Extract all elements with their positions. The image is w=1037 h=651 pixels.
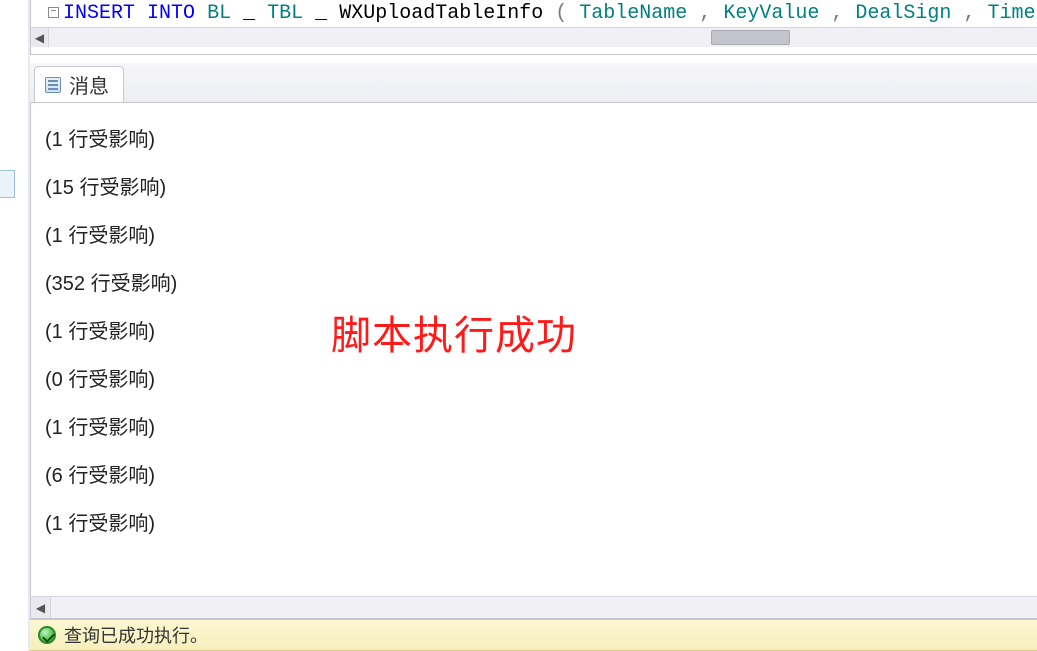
sql-keyword-into: INTO (147, 2, 195, 25)
sql-col-tablename: TableName (579, 2, 687, 25)
sql-comma: , (963, 2, 975, 25)
sql-horizontal-scrollbar[interactable]: ◀ (31, 27, 1037, 47)
sql-keyword-insert: INSERT (63, 2, 135, 25)
annotation-success-text: 脚本执行成功 (331, 303, 577, 361)
sql-comma: , (831, 2, 843, 25)
scroll-thumb[interactable] (711, 30, 790, 45)
scroll-left-icon[interactable]: ◀ (31, 28, 49, 47)
status-bar: 查询已成功执行。 (30, 619, 1037, 651)
message-row: (0 行受影响) (45, 367, 1027, 393)
sql-comma: , (699, 2, 711, 25)
sql-ident-tbl: TBL (267, 2, 303, 25)
sql-col-time: Time (987, 2, 1035, 25)
status-text: 查询已成功执行。 (64, 622, 208, 648)
message-row: (1 行受影响) (45, 415, 1027, 441)
sql-ident-bl: BL (207, 2, 231, 25)
fold-toggle-icon[interactable]: − (48, 7, 59, 18)
messages-horizontal-scrollbar[interactable]: ◀ (31, 596, 1037, 618)
sql-col-keyvalue: KeyValue (723, 2, 819, 25)
sql-col-dealsign: DealSign (855, 2, 951, 25)
messages-pane: (1 行受影响) (15 行受影响) (1 行受影响) (352 行受影响) (1 行受… (30, 103, 1037, 619)
message-row: (1 行受影响) (45, 223, 1027, 249)
tab-messages[interactable]: 消息 (34, 66, 124, 102)
scroll-track[interactable] (49, 28, 1037, 47)
tab-label: 消息 (69, 70, 109, 99)
message-row: (352 行受影响) (45, 271, 1027, 297)
success-check-icon (38, 626, 56, 644)
message-row: (6 行受影响) (45, 463, 1027, 489)
sql-open-paren: ( (555, 2, 567, 25)
messages-tab-icon (45, 77, 61, 93)
message-row: (1 行受影响) (45, 511, 1027, 537)
sql-editor[interactable]: − INSERT INTO BL _ TBL _ WXUploadTableIn… (30, 0, 1037, 55)
scroll-left-icon[interactable]: ◀ (31, 597, 51, 618)
results-tab-strip: 消息 (30, 63, 1037, 103)
left-gutter (0, 0, 30, 651)
message-row: (1 行受影响) (45, 127, 1027, 153)
sql-ident-proc: WXUploadTableInfo (339, 2, 543, 25)
gutter-marker (0, 170, 15, 198)
sql-code-line[interactable]: INSERT INTO BL _ TBL _ WXUploadTableInfo… (63, 2, 1037, 25)
message-row: (15 行受影响) (45, 175, 1027, 201)
